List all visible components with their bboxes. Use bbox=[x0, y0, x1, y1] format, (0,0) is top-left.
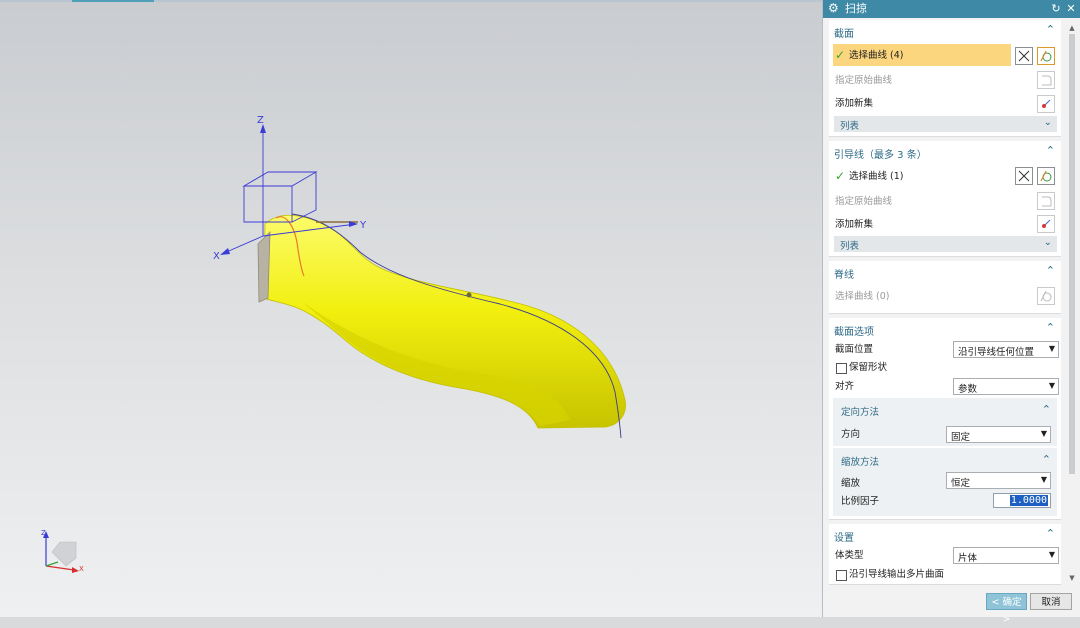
scrollbar-thumb[interactable] bbox=[1069, 34, 1075, 474]
dropdown-arrow-icon: ▼ bbox=[1040, 429, 1047, 438]
section-location-label: 截面位置 bbox=[835, 344, 874, 355]
guide-list-toggle[interactable]: 列表 ⌄ bbox=[834, 236, 1057, 252]
guide-curves-group: 引导线（最多 3 条） ⌃ ✓ 选择曲线 (1) 指定原始曲线 添加新集 列表 … bbox=[829, 141, 1061, 257]
scaling-value: 恒定 bbox=[951, 478, 971, 489]
multi-output-checkbox[interactable] bbox=[836, 570, 847, 581]
gear-icon[interactable]: ⚙ bbox=[828, 2, 841, 15]
add-new-set-label: 添加新集 bbox=[835, 98, 874, 109]
alignment-label: 对齐 bbox=[835, 381, 855, 392]
collapse-caret-icon[interactable]: ⌃ bbox=[1042, 453, 1051, 466]
select-section-curve-label: 选择曲线 (4) bbox=[849, 50, 904, 61]
dialog-titlebar: ⚙ 扫掠 ↻ ✕ bbox=[823, 0, 1080, 18]
collapse-caret-icon[interactable]: ⌃ bbox=[1046, 264, 1055, 277]
graphics-viewport[interactable]: Z Y X Z X bbox=[0, 0, 822, 617]
reset-icon[interactable]: ↻ bbox=[1049, 1, 1063, 16]
sweep-dialog: ⚙ 扫掠 ↻ ✕ 截面 ⌃ ✓ 选择曲线 (4) 指定原始曲线 添加新集 列表 … bbox=[822, 0, 1080, 625]
specify-origin-curve-label[interactable]: 指定原始曲线 bbox=[835, 75, 892, 87]
csys-x-arrow bbox=[220, 248, 230, 255]
close-icon[interactable]: ✕ bbox=[1064, 1, 1078, 16]
cancel-button[interactable]: 取消 bbox=[1030, 593, 1072, 610]
orientation-method-group: 定向方法 ⌃ 方向 固定 ▼ bbox=[833, 398, 1057, 446]
scaling-label: 缩放 bbox=[841, 478, 861, 489]
section-options-title[interactable]: 截面选项 bbox=[834, 323, 874, 338]
origin-curve-icon[interactable] bbox=[1037, 71, 1055, 89]
origin-curve-icon[interactable] bbox=[1037, 192, 1055, 210]
select-spine-curve-label[interactable]: 选择曲线 (0) bbox=[835, 291, 889, 303]
section-location-select[interactable]: 沿引导线任何位置 ▼ bbox=[953, 341, 1059, 358]
guide-point bbox=[466, 292, 472, 298]
list-label: 列表 bbox=[840, 121, 860, 132]
section-curves-group: 截面 ⌃ ✓ 选择曲线 (4) 指定原始曲线 添加新集 列表 ⌄ bbox=[829, 20, 1061, 137]
swept-body bbox=[263, 214, 626, 429]
collapse-caret-icon[interactable]: ⌃ bbox=[1042, 403, 1051, 416]
select-curve-icon[interactable] bbox=[1037, 287, 1055, 305]
guide-curves-title[interactable]: 引导线（最多 3 条） bbox=[834, 146, 927, 161]
section-location-value: 沿引导线任何位置 bbox=[958, 347, 1035, 358]
add-new-set-label: 添加新集 bbox=[835, 219, 874, 230]
csys-y-label: Y bbox=[359, 220, 367, 231]
body-type-value: 片体 bbox=[958, 553, 978, 564]
direction-value: 固定 bbox=[951, 432, 971, 443]
orientation-method-title[interactable]: 定向方法 bbox=[841, 404, 879, 418]
settings-group: 设置 ⌃ 体类型 片体 ▼ 沿引导线输出多片曲面 bbox=[829, 524, 1061, 585]
dialog-title: 扫掠 bbox=[845, 2, 867, 15]
model-view[interactable]: Z Y X Z X bbox=[0, 0, 822, 617]
collapse-caret-icon[interactable]: ⌃ bbox=[1046, 321, 1055, 334]
direction-select[interactable]: 固定 ▼ bbox=[946, 426, 1051, 443]
settings-title[interactable]: 设置 bbox=[834, 529, 854, 544]
spine-group: 脊线 ⌃ 选择曲线 (0) bbox=[829, 261, 1061, 314]
triad-z-label: Z bbox=[41, 529, 46, 537]
curve-rule-icon[interactable] bbox=[1015, 47, 1033, 65]
chevron-down-icon: ⌄ bbox=[1043, 117, 1052, 128]
triad-x-label: X bbox=[79, 565, 84, 573]
collapse-caret-icon[interactable]: ⌃ bbox=[1046, 23, 1055, 36]
checkmark-icon: ✓ bbox=[835, 48, 846, 62]
multi-output-label: 沿引导线输出多片曲面 bbox=[849, 569, 945, 580]
collapse-caret-icon[interactable]: ⌃ bbox=[1046, 527, 1055, 540]
dropdown-arrow-icon: ▼ bbox=[1048, 550, 1055, 559]
start-section bbox=[257, 231, 271, 303]
scroll-down-icon[interactable]: ▼ bbox=[1067, 574, 1077, 584]
preserve-shape-label: 保留形状 bbox=[849, 362, 888, 373]
csys-x-label: X bbox=[213, 251, 220, 262]
collapse-caret-icon[interactable]: ⌃ bbox=[1046, 144, 1055, 157]
select-curve-icon[interactable] bbox=[1037, 167, 1055, 185]
scale-factor-input[interactable]: 1.0000 bbox=[993, 493, 1051, 508]
preserve-shape-checkbox[interactable] bbox=[836, 363, 847, 374]
alignment-value: 参数 bbox=[958, 384, 978, 395]
section-list-toggle[interactable]: 列表 ⌄ bbox=[834, 116, 1057, 132]
view-triad bbox=[43, 531, 79, 573]
curve-rule-icon[interactable] bbox=[1015, 167, 1033, 185]
specify-origin-curve-label[interactable]: 指定原始曲线 bbox=[835, 196, 892, 208]
add-new-set-icon[interactable] bbox=[1037, 95, 1055, 113]
body-type-label: 体类型 bbox=[835, 550, 864, 561]
dialog-scrollbar[interactable]: ▲ ▼ bbox=[1067, 24, 1077, 586]
add-new-set-icon[interactable] bbox=[1037, 215, 1055, 233]
scaling-method-title[interactable]: 缩放方法 bbox=[841, 454, 879, 468]
dropdown-arrow-icon: ▼ bbox=[1048, 381, 1055, 390]
dropdown-arrow-icon: ▼ bbox=[1040, 475, 1047, 484]
chevron-down-icon: ⌄ bbox=[1043, 237, 1052, 248]
alignment-select[interactable]: 参数 ▼ bbox=[953, 378, 1059, 395]
section-options-group: 截面选项 ⌃ 截面位置 沿引导线任何位置 ▼ 保留形状 对齐 参数 ▼ 定向方法… bbox=[829, 318, 1061, 520]
scale-factor-label: 比例因子 bbox=[841, 496, 880, 507]
section-curves-title[interactable]: 截面 bbox=[834, 25, 854, 40]
scale-factor-value: 1.0000 bbox=[1009, 495, 1048, 506]
scaling-select[interactable]: 恒定 ▼ bbox=[946, 472, 1051, 489]
select-guide-curve-label[interactable]: 选择曲线 (1) bbox=[849, 171, 903, 183]
scaling-method-group: 缩放方法 ⌃ 缩放 恒定 ▼ 比例因子 1.0000 bbox=[833, 448, 1057, 516]
scroll-up-icon[interactable]: ▲ bbox=[1067, 24, 1077, 34]
checkmark-icon: ✓ bbox=[835, 169, 846, 183]
direction-label: 方向 bbox=[841, 429, 861, 440]
body-type-select[interactable]: 片体 ▼ bbox=[953, 547, 1059, 564]
spine-title[interactable]: 脊线 bbox=[834, 266, 854, 281]
ok-button[interactable]: < 确定 > bbox=[986, 593, 1027, 625]
dropdown-arrow-icon: ▼ bbox=[1048, 344, 1055, 353]
select-curve-icon[interactable] bbox=[1037, 47, 1055, 65]
list-label: 列表 bbox=[840, 241, 860, 252]
csys-z-label: Z bbox=[257, 115, 264, 126]
